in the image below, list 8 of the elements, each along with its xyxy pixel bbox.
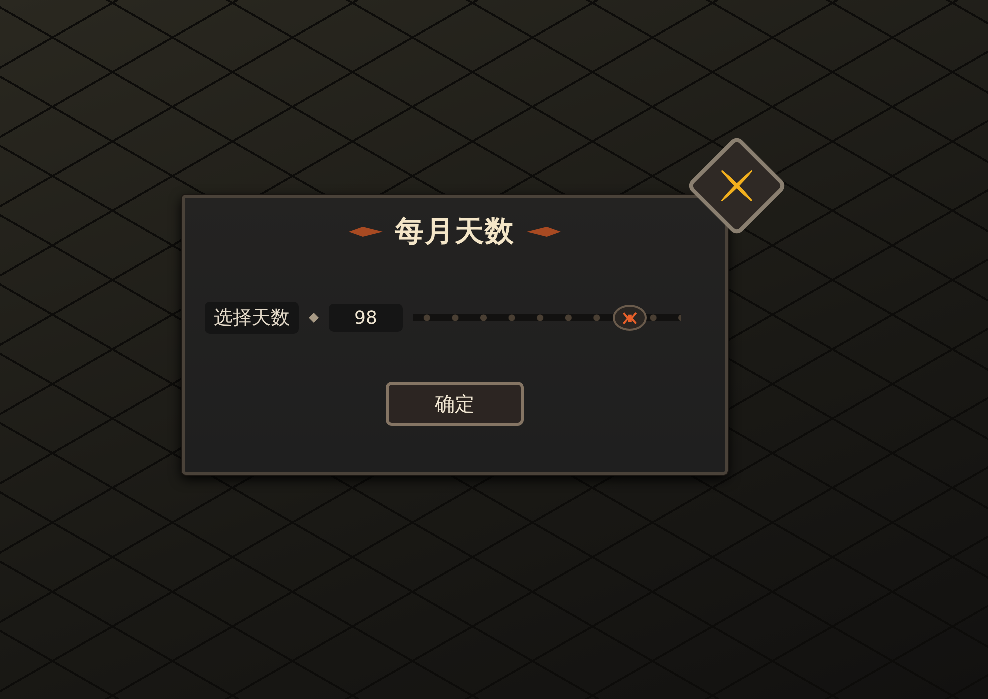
diamond-icon [309, 313, 319, 323]
dialog-title: 每月天数 [395, 213, 515, 250]
diamond-ornament-icon [527, 226, 561, 238]
value-field[interactable]: 98 [329, 304, 403, 332]
setting-label: 选择天数 [205, 302, 299, 334]
confirm-button[interactable]: 确定 [386, 382, 524, 426]
diamond-ornament-icon [349, 226, 383, 238]
slider-thumb[interactable] [613, 305, 648, 331]
